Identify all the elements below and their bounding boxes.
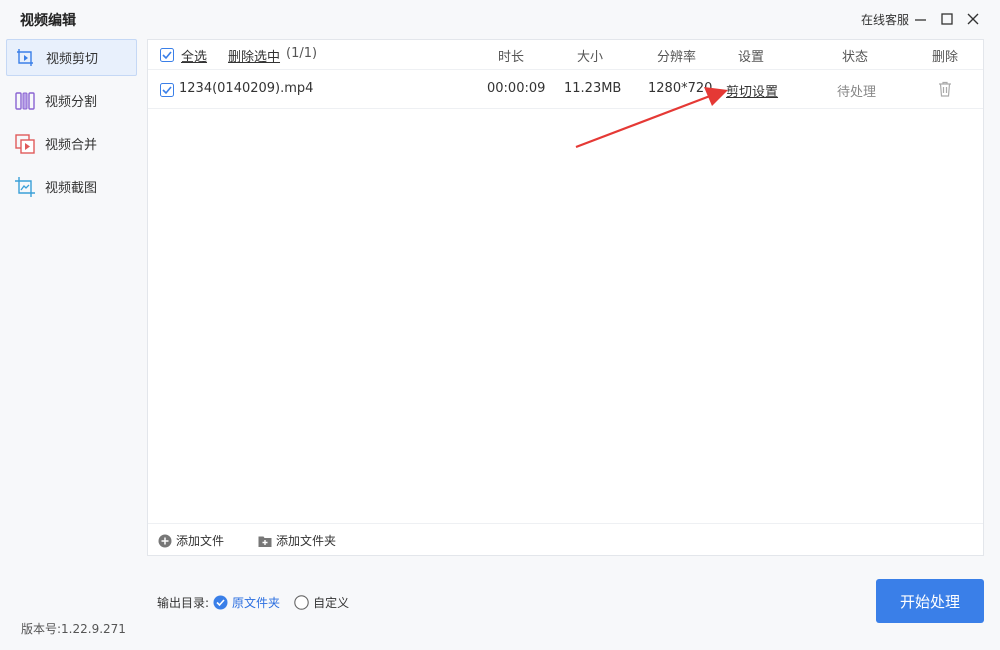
column-header-duration: 时长	[498, 50, 525, 65]
radio-original-folder[interactable]	[213, 595, 228, 610]
add-folder-label: 添加文件夹	[276, 534, 337, 548]
radio-custom[interactable]	[294, 595, 309, 610]
video-screenshot-icon	[14, 176, 36, 198]
trash-icon	[939, 81, 951, 97]
title-bar: 视频编辑 在线客服	[0, 0, 1000, 38]
video-merge-icon	[14, 133, 36, 155]
add-circle-icon	[158, 534, 172, 548]
table-row: 1234(0140209).mp4 00:00:09 11.23MB 1280*…	[148, 71, 983, 109]
minimize-icon	[915, 19, 926, 21]
delete-selected-link[interactable]: 删除选中	[228, 46, 280, 65]
checkbox-checked-icon	[160, 83, 174, 97]
table-header: 全选 删除选中 (1/1) 时长 大小 分辨率 设置 状态 删除	[148, 40, 983, 70]
sidebar-item-label: 视频合并	[45, 138, 98, 153]
sidebar-item-video-cut[interactable]: 视频剪切	[6, 39, 137, 76]
sidebar-item-video-merge[interactable]: 视频合并	[6, 125, 137, 162]
video-cut-icon	[15, 47, 37, 69]
column-header-settings: 设置	[738, 50, 765, 65]
online-service-link[interactable]: 在线客服	[861, 11, 909, 28]
maximize-icon	[941, 13, 953, 25]
option-custom[interactable]: 自定义	[313, 594, 349, 611]
sidebar: 视频剪切 视频分割 视频合并 视频截图	[0, 38, 140, 650]
version-label: 版本号:1.22.9.271	[21, 622, 126, 636]
select-all-link[interactable]: 全选	[181, 46, 207, 65]
add-folder-icon	[258, 534, 272, 548]
sidebar-item-label: 视频截图	[45, 181, 98, 196]
add-file-button[interactable]: 添加文件	[158, 532, 224, 549]
file-name: 1234(0140209).mp4	[179, 81, 314, 96]
checkbox-checked-icon	[160, 48, 174, 62]
radio-unchecked-icon	[294, 595, 309, 610]
sidebar-item-video-split[interactable]: 视频分割	[6, 82, 137, 119]
sidebar-item-label: 视频剪切	[46, 52, 99, 67]
add-file-label: 添加文件	[176, 534, 225, 548]
file-list-panel: 全选 删除选中 (1/1) 时长 大小 分辨率 设置 状态 删除 1234(01…	[147, 39, 984, 556]
file-resolution: 1280*720	[648, 81, 713, 96]
column-header-delete: 删除	[932, 50, 959, 65]
cut-settings-link[interactable]: 剪切设置	[726, 81, 778, 100]
column-header-status: 状态	[842, 50, 869, 65]
file-count: (1/1)	[286, 46, 318, 61]
file-duration: 00:00:09	[487, 81, 546, 96]
sidebar-item-video-screenshot[interactable]: 视频截图	[6, 168, 137, 205]
output-directory-label: 输出目录:	[157, 596, 210, 610]
start-processing-button[interactable]: 开始处理	[876, 579, 984, 623]
sidebar-item-label: 视频分割	[45, 95, 98, 110]
minimize-button[interactable]	[911, 8, 931, 30]
app-title: 视频编辑	[20, 13, 76, 29]
file-status: 待处理	[837, 85, 877, 100]
row-checkbox[interactable]	[160, 83, 174, 97]
column-header-resolution: 分辨率	[657, 50, 697, 65]
add-folder-button[interactable]: 添加文件夹	[258, 532, 336, 549]
output-directory-row: 输出目录: 原文件夹 自定义	[157, 594, 349, 611]
option-original-folder[interactable]: 原文件夹	[232, 594, 280, 611]
video-split-icon	[14, 90, 36, 112]
select-all-checkbox[interactable]	[160, 48, 174, 62]
close-icon	[967, 13, 979, 25]
delete-row-button[interactable]	[936, 80, 954, 98]
column-header-size: 大小	[577, 50, 604, 65]
file-size: 11.23MB	[564, 81, 622, 96]
close-button[interactable]	[963, 8, 983, 30]
panel-footer: 添加文件 添加文件夹	[148, 523, 983, 556]
radio-checked-icon	[213, 595, 228, 610]
maximize-button[interactable]	[937, 8, 957, 30]
